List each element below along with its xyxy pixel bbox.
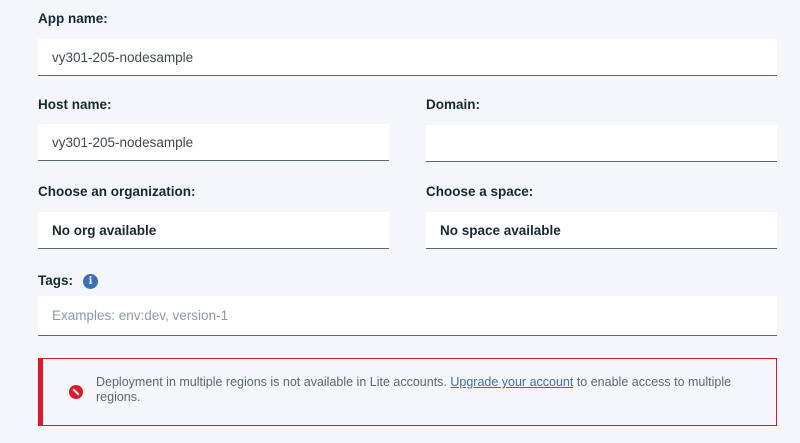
app-name-input[interactable]: [52, 49, 777, 65]
tags-field[interactable]: [38, 296, 777, 336]
app-name-field[interactable]: [38, 39, 777, 76]
space-select[interactable]: No space available: [426, 212, 777, 249]
space-label: Choose a space:: [426, 184, 534, 199]
domain-input[interactable]: [440, 135, 777, 151]
tags-input[interactable]: [52, 308, 777, 323]
space-select-value: No space available: [440, 222, 561, 238]
domain-label: Domain:: [426, 97, 480, 112]
organization-label: Choose an organization:: [38, 184, 196, 199]
notification-message: Deployment in multiple regions is not av…: [96, 375, 736, 405]
notification-text-before: Deployment in multiple regions is not av…: [96, 375, 451, 389]
tags-label: Tags:: [38, 273, 74, 288]
host-name-input[interactable]: [52, 134, 389, 150]
organization-select[interactable]: No org available: [38, 212, 389, 249]
error-notification: Deployment in multiple regions is not av…: [38, 358, 777, 426]
app-name-label: App name:: [38, 11, 108, 26]
error-icon: [69, 385, 83, 399]
host-name-label: Host name:: [38, 97, 112, 112]
domain-field[interactable]: [426, 125, 777, 162]
organization-select-value: No org available: [52, 222, 157, 238]
info-icon[interactable]: i: [83, 274, 98, 289]
host-name-field[interactable]: [38, 124, 389, 161]
upgrade-account-link[interactable]: Upgrade your account: [450, 375, 573, 389]
